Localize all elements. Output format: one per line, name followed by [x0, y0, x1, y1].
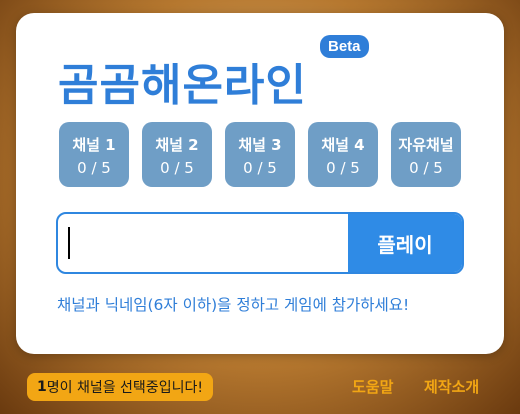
- channel-button-free[interactable]: 자유채널 0 / 5: [391, 122, 461, 187]
- channel-name: 채널 1: [72, 136, 116, 154]
- channel-button-1[interactable]: 채널 1 0 / 5: [59, 122, 129, 187]
- channel-button-4[interactable]: 채널 4 0 / 5: [308, 122, 378, 187]
- play-form: 플레이: [56, 212, 464, 274]
- channel-name: 채널 4: [321, 136, 365, 154]
- help-link[interactable]: 도움말: [352, 376, 393, 397]
- channel-count: 0 / 5: [77, 159, 111, 177]
- play-button[interactable]: 플레이: [348, 214, 462, 272]
- text-caret: [68, 227, 70, 259]
- beta-badge: Beta: [320, 35, 369, 58]
- channel-button-3[interactable]: 채널 3 0 / 5: [225, 122, 295, 187]
- credits-link[interactable]: 제작소개: [424, 376, 479, 397]
- status-badge: 1 명이 채널을 선택중입니다!: [27, 373, 213, 401]
- channel-name: 자유채널: [398, 136, 454, 154]
- channel-count: 0 / 5: [409, 159, 443, 177]
- main-card: 곰곰해온라인 Beta 채널 1 0 / 5 채널 2 0 / 5 채널 3 0…: [16, 13, 504, 354]
- nickname-input[interactable]: [58, 214, 356, 272]
- channel-count: 0 / 5: [326, 159, 360, 177]
- channel-button-2[interactable]: 채널 2 0 / 5: [142, 122, 212, 187]
- instruction-text: 채널과 닉네임(6자 이하)을 정하고 게임에 참가하세요!: [57, 296, 410, 314]
- online-count: 1: [37, 379, 47, 395]
- status-text: 명이 채널을 선택중입니다!: [46, 380, 203, 396]
- app-title: 곰곰해온라인: [58, 60, 307, 111]
- channel-count: 0 / 5: [160, 159, 194, 177]
- channel-name: 채널 3: [238, 136, 282, 154]
- channel-count: 0 / 5: [243, 159, 277, 177]
- channel-name: 채널 2: [155, 136, 199, 154]
